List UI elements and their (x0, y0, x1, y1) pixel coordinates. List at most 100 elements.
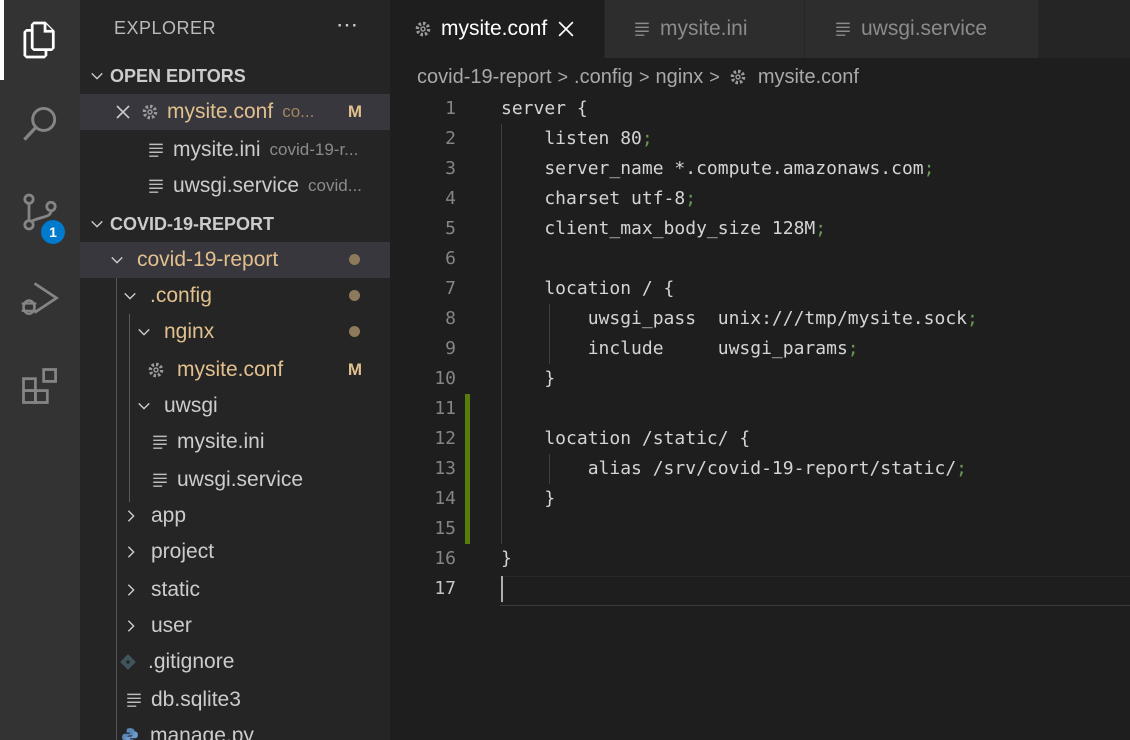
code-line: 10 } (434, 368, 556, 389)
code-line: 9 include uwsgi_params; (445, 338, 859, 359)
tree-item-folder[interactable]: app (80, 498, 390, 534)
tree-item-label: db.sqlite3 (151, 688, 241, 711)
chevron-right-icon: > (709, 66, 720, 87)
activity-explorer[interactable] (0, 0, 80, 80)
close-icon[interactable] (116, 105, 130, 119)
tree-item-label: covid-19-report (137, 248, 279, 271)
code-line: 13 alias /srv/covid-19-report/static/; (434, 458, 967, 479)
code-line: 4 charset utf-8; (445, 188, 697, 209)
close-icon[interactable] (558, 21, 574, 37)
git-diamond-icon (118, 652, 138, 672)
chevron-right-icon (124, 619, 138, 633)
activity-search[interactable] (0, 84, 80, 164)
file-lines-icon (150, 432, 170, 452)
tab-label: mysite.ini (660, 17, 748, 40)
modified-badge: M (347, 360, 362, 379)
text-cursor (501, 576, 503, 602)
chevron-down-icon (110, 253, 124, 267)
activity-bar: 1 (0, 0, 80, 740)
tab-mysite-conf[interactable]: mysite.conf (390, 0, 605, 58)
modified-badge: M (347, 102, 362, 121)
tree-item-file[interactable]: uwsgi.service (80, 462, 390, 498)
tree-item-label: manage.py (150, 724, 254, 740)
tree-item-label: .gitignore (148, 650, 235, 673)
code-line: 3 server_name *.compute.amazonaws.com; (445, 158, 935, 179)
open-editor-name: mysite.ini (173, 138, 261, 161)
code-line: 2 listen 80; (445, 128, 653, 149)
code-line: 16} (434, 548, 512, 569)
files-icon (23, 21, 55, 59)
python-icon (120, 726, 140, 740)
breadcrumb-item[interactable]: mysite.conf (758, 66, 859, 89)
tree-item-folder[interactable]: project (80, 534, 390, 570)
tab-label: uwsgi.service (861, 17, 988, 40)
file-lines-icon (146, 140, 166, 160)
tree-item-label: project (151, 540, 215, 563)
breadcrumb-item[interactable]: covid-19-report (417, 66, 552, 89)
file-lines-icon (146, 176, 166, 196)
chevron-down-icon (137, 399, 151, 413)
code-line: 6 (445, 248, 456, 269)
gear-icon (728, 67, 748, 87)
file-lines-icon (833, 19, 853, 39)
tree-item-label: nginx (164, 320, 215, 343)
tree-item-label: user (151, 614, 192, 637)
activity-extensions[interactable] (0, 346, 80, 426)
tree-item-file[interactable]: manage.py (80, 718, 390, 740)
file-lines-icon (150, 470, 170, 490)
chevron-right-icon: > (638, 66, 650, 87)
file-lines-icon (632, 19, 652, 39)
activity-source-control[interactable]: 1 (0, 172, 80, 252)
code-line: 17 (390, 574, 1130, 604)
open-editor-desc: covid-19-r... (269, 140, 359, 159)
breadcrumb: covid-19-report > .config > nginx > mysi… (417, 62, 859, 92)
tree-item-file[interactable]: db.sqlite3 (80, 682, 390, 718)
code-line: 7 location / { (445, 278, 675, 299)
tree-item-file[interactable]: mysite.ini (80, 424, 390, 460)
chevron-right-icon (124, 545, 138, 559)
more-actions-icon[interactable]: ⋯ (336, 12, 359, 38)
file-lines-icon (124, 690, 144, 710)
explorer-sidebar: EXPLORER ⋯ OPEN EDITORS mysite.conf co..… (80, 0, 390, 740)
code-line: 5 client_max_body_size 128M; (445, 218, 827, 239)
breadcrumb-item[interactable]: .config (574, 66, 633, 89)
tree-item-label: mysite.conf (177, 358, 284, 381)
tree-item-label: static (151, 578, 201, 601)
open-editor-item[interactable]: mysite.conf co... M (80, 94, 390, 130)
tree-item-folder[interactable]: static (80, 572, 390, 608)
code-line: 11 (434, 398, 456, 419)
activity-run-debug[interactable] (0, 258, 80, 338)
breadcrumb-item[interactable]: nginx (655, 66, 703, 89)
chevron-down-icon (90, 69, 104, 83)
open-editors-header[interactable]: OPEN EDITORS (80, 58, 390, 94)
gear-icon (413, 19, 433, 39)
open-editor-desc: covid... (308, 176, 362, 195)
tree-item-file[interactable]: mysite.conf M (80, 352, 390, 388)
gear-icon (140, 102, 160, 122)
open-editor-desc: co... (282, 102, 315, 121)
open-editor-item[interactable]: mysite.ini covid-19-r... (80, 132, 390, 168)
tree-item-file[interactable]: .gitignore (80, 644, 390, 680)
workspace-header[interactable]: COVID-19-REPORT (80, 206, 390, 242)
code-line: 15 (434, 518, 456, 539)
tree-item-label: uwsgi (164, 394, 218, 417)
tree-item-folder[interactable]: user (80, 608, 390, 644)
tab-uwsgi-service[interactable]: uwsgi.service (805, 0, 1039, 58)
tab-mysite-ini[interactable]: mysite.ini (605, 0, 805, 58)
extensions-icon (22, 368, 57, 404)
run-debug-icon (21, 282, 59, 316)
open-editor-name: uwsgi.service (173, 174, 300, 197)
code-line: 14 } (434, 488, 556, 509)
open-editor-item[interactable]: uwsgi.service covid... (80, 168, 390, 204)
chevron-down-icon (137, 325, 151, 339)
sidebar-title: EXPLORER (114, 18, 217, 38)
tree-item-folder[interactable]: .config (80, 278, 390, 314)
tree-item-folder[interactable]: nginx (80, 314, 390, 350)
chevron-right-icon (124, 509, 138, 523)
tree-item-label: .config (150, 284, 212, 307)
workspace-label: COVID-19-REPORT (110, 213, 275, 234)
modified-dot (349, 290, 360, 301)
tab-label: mysite.conf (441, 17, 548, 40)
tree-item-folder[interactable]: uwsgi (80, 388, 390, 424)
tree-item-folder[interactable]: covid-19-report (80, 242, 390, 278)
